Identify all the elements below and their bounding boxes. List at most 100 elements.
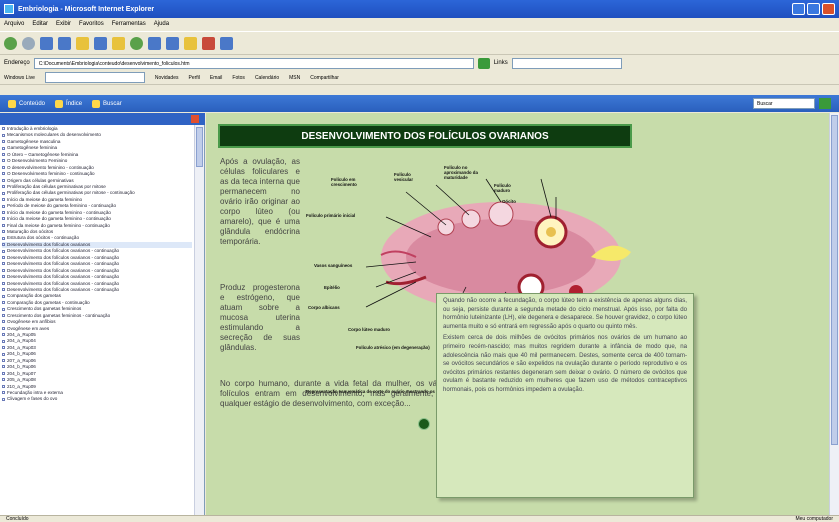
toc-item-label: 204_b_Rup07 [7,370,36,376]
live-search-input[interactable] [511,57,622,69]
page-icon [2,236,5,240]
toc-item-label: Desenvolvimento dos folículos ovarianos … [7,286,120,292]
page-icon [2,172,5,176]
tab-indice[interactable]: Índice [55,99,82,108]
address-input[interactable]: C:\Documents\Embriologia\conteudo\desenv… [33,57,474,69]
help-search-go-button[interactable] [819,98,831,109]
toc-item-label: Final da meiose do gameta feminino - con… [7,222,110,228]
links-item[interactable]: Perfil [189,75,200,81]
tab-conteudo[interactable]: Conteúdo [8,99,45,108]
toc-item-label: Clivagem e fases do ovo [7,396,58,402]
label-foliculo-primario: Folículo primário inicial [306,213,356,218]
back-icon[interactable] [4,36,17,50]
window-title: Embriologia - Microsoft Internet Explore… [18,5,155,13]
page-icon [2,204,5,208]
page-icon [2,133,5,137]
page-icon [2,256,5,260]
toc-item-label: Desenvolvimento dos folículos ovarianos … [7,254,120,260]
content-scrollbar[interactable] [829,113,839,515]
stop-icon[interactable] [40,36,53,50]
page-icon [2,313,5,317]
menu-ajuda[interactable]: Ajuda [154,21,169,27]
links-item[interactable]: Compartilhar [310,75,339,81]
links-item[interactable]: Fotos [232,75,245,81]
print-icon[interactable] [166,36,179,50]
tab-buscar[interactable]: Buscar [92,99,122,108]
ie-icon [4,4,14,14]
toc-item-label: Desenvolvimento dos folículos ovarianos … [7,261,120,267]
toolbar [0,31,839,55]
edit-icon[interactable] [202,36,215,50]
page-icon [2,223,5,227]
address-bar: Endereço C:\Documents\Embriologia\conteu… [0,56,839,70]
page-icon [2,301,5,305]
toc-item-label: Período de meiose do gameta feminino - c… [7,203,117,209]
links-label[interactable]: Links [494,60,508,66]
scroll-thumb[interactable] [196,127,203,167]
scroll-thumb[interactable] [831,115,838,445]
history-icon[interactable] [130,36,143,50]
page-icon [2,153,5,157]
next-page-button[interactable] [418,418,430,430]
menu-ferramentas[interactable]: Ferramentas [112,21,146,27]
toc-item-label: Crescimento dos gametas femininos [7,306,82,312]
links-bar: Windows Live Novidades Perfil Email Foto… [0,71,839,85]
toc-item-label: Início da meiose do gameta feminino - co… [7,209,111,215]
toc-item-label: Gametogênese masculina [7,138,61,144]
page-icon [2,371,5,375]
links-item[interactable]: Calendário [255,75,279,81]
title-bar: Embriologia - Microsoft Internet Explore… [0,0,839,18]
toc-item-label: O Desenvolvimento Feminino [7,158,68,164]
toc-panel: Introdução à embriologia Mecanismos molec… [0,113,205,515]
menu-exibir[interactable]: Exibir [56,21,71,27]
menu-arquivo[interactable]: Arquivo [4,21,24,27]
folder-icon[interactable] [184,36,197,50]
links-item[interactable]: Email [210,75,223,81]
toc-item-label: Desenvolvimento dos folículos ovarianos … [7,280,120,286]
minimize-button[interactable] [792,3,805,15]
close-icon[interactable] [191,115,199,123]
links-item[interactable]: Windows Live [4,75,35,81]
toc-item-label: Maturação dos oócitos [7,229,54,234]
popup-paragraph-2: Existem cerca de dois milhões de ovócito… [443,334,687,393]
links-search-input[interactable] [44,72,145,83]
refresh-icon[interactable] [58,36,71,50]
label-foliculo-crescimento: Folículo em crescimento [331,177,357,187]
page-title: DESENVOLVIMENTO DOS FOLÍCULOS OVARIANOS [218,124,632,148]
go-button[interactable] [477,57,490,69]
mail-icon[interactable] [148,36,161,50]
page-icon [2,365,5,369]
messenger-icon[interactable] [220,36,233,50]
toc-item-label: Comparação dos gametas - continuação [7,299,90,305]
toc-scrollbar[interactable] [194,125,204,515]
page-icon [2,307,5,311]
label-corpo-albicans: Corpo albicans [308,305,340,310]
toc-item[interactable]: Clivagem e fases do ovo [2,396,192,402]
favorites-icon[interactable] [112,36,125,50]
search-icon[interactable] [94,36,107,50]
maximize-button[interactable] [807,3,820,15]
address-label: Endereço [4,60,30,66]
page-icon [2,359,5,363]
toc-item-label: 204_a_Rup05 [7,332,36,337]
page-icon [2,210,5,214]
help-search-input[interactable]: Buscar [753,98,815,109]
links-item[interactable]: Novidades [155,75,179,81]
home-icon[interactable] [76,36,89,50]
menu-editar[interactable]: Editar [32,21,48,27]
forward-icon[interactable] [22,36,35,50]
page-icon [2,378,5,382]
menu-bar: Arquivo Editar Exibir Favoritos Ferramen… [0,18,839,30]
page-icon [2,191,5,195]
toc-item-label: Desenvolvimento dos folículos ovarianos … [7,274,120,280]
page-icon [2,326,5,330]
menu-favoritos[interactable]: Favoritos [79,21,104,27]
close-button[interactable] [822,3,835,15]
status-bar: Concluído Meu computador [0,515,839,522]
page-icon [2,243,5,247]
links-item[interactable]: MSN [289,75,300,81]
toc-item-label: O desenvolvimento feminino - continuação [7,164,94,170]
status-text: Concluído [6,516,29,522]
toc-item-label: Proliferação das células germinativas po… [7,190,135,196]
toc-item-label: Comparação dos gametas [7,293,61,299]
